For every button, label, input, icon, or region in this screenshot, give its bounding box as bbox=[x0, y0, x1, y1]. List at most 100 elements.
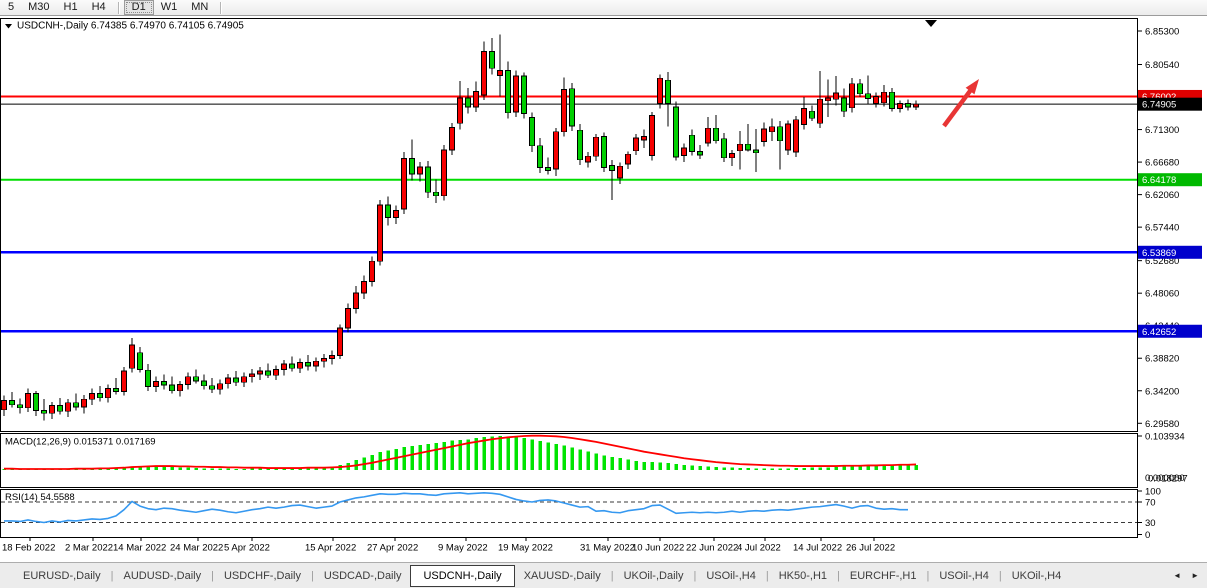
macd-bar bbox=[827, 467, 831, 470]
candle-body bbox=[554, 132, 559, 169]
tab-scroll-right-icon[interactable]: ► bbox=[1191, 571, 1199, 580]
candle-body bbox=[794, 120, 799, 152]
macd-bar bbox=[531, 439, 535, 470]
candle-body bbox=[450, 127, 455, 150]
macd-bar bbox=[667, 463, 671, 470]
macd-bar bbox=[507, 436, 511, 470]
chart-tab-usdcaddaily-3[interactable]: USDCAD-,Daily bbox=[315, 566, 411, 586]
macd-bar bbox=[907, 465, 911, 470]
candle-body bbox=[682, 148, 687, 156]
macd-bar bbox=[811, 468, 815, 470]
price-chart[interactable]: 6.853006.805406.713006.666806.620606.574… bbox=[0, 17, 1207, 562]
chart-title: USDCNH-,Daily 6.74385 6.74970 6.74105 6.… bbox=[17, 21, 244, 32]
chart-tab-xauusddaily-5[interactable]: XAUUSD-,Daily bbox=[515, 566, 610, 586]
candle-body bbox=[898, 104, 903, 109]
candle-body bbox=[330, 356, 335, 359]
candle-body bbox=[426, 167, 431, 192]
candle-body bbox=[778, 127, 783, 141]
main-panel bbox=[1, 19, 1138, 432]
macd-bar bbox=[195, 468, 199, 470]
candle-body bbox=[210, 386, 215, 390]
candle-body bbox=[698, 151, 703, 155]
candle-body bbox=[74, 403, 79, 407]
macd-bar bbox=[499, 436, 503, 470]
timeframe-button-h4[interactable]: H4 bbox=[85, 0, 113, 15]
macd-bar bbox=[235, 469, 239, 470]
candle-body bbox=[626, 154, 631, 164]
macd-bar bbox=[883, 466, 887, 470]
chart-tab-eurchfh1-9[interactable]: EURCHF-,H1 bbox=[841, 566, 926, 586]
candle-body bbox=[858, 84, 863, 94]
timeframe-button-d1[interactable]: D1 bbox=[124, 0, 154, 15]
candle-body bbox=[666, 80, 671, 103]
chart-tab-eurusddaily-0[interactable]: EURUSD-,Daily bbox=[14, 566, 110, 586]
candle-body bbox=[890, 92, 895, 108]
macd-bar bbox=[555, 444, 559, 470]
date-label: 31 May 2022 bbox=[580, 543, 635, 554]
timeframe-button-5[interactable]: 5 bbox=[1, 0, 21, 15]
candle-body bbox=[194, 377, 199, 381]
chart-tab-usdchfdaily-2[interactable]: USDCHF-,Daily bbox=[215, 566, 310, 586]
candle-body bbox=[546, 168, 551, 171]
chart-tab-usoilh4-7[interactable]: USOil-,H4 bbox=[697, 566, 765, 586]
date-label: 5 Apr 2022 bbox=[224, 543, 270, 554]
macd-bar bbox=[739, 468, 743, 470]
candle-body bbox=[58, 406, 63, 412]
candle-body bbox=[282, 364, 287, 370]
chart-tab-usdcnhdaily-4[interactable]: USDCNH-,Daily bbox=[410, 565, 514, 587]
rsi-axis-label: 70 bbox=[1145, 498, 1156, 509]
macd-bar bbox=[579, 449, 583, 470]
rsi-label: RSI(14) 54.5588 bbox=[5, 492, 75, 503]
candle-body bbox=[90, 394, 95, 400]
candle-body bbox=[186, 377, 191, 385]
tab-scroll-left-icon[interactable]: ◄ bbox=[1173, 571, 1181, 580]
price-axis-label: 6.38820 bbox=[1145, 354, 1179, 365]
timeframe-button-w1[interactable]: W1 bbox=[154, 0, 185, 15]
macd-bar bbox=[731, 468, 735, 470]
candle-body bbox=[42, 410, 47, 413]
candle-body bbox=[650, 115, 655, 155]
timeframe-button-h1[interactable]: H1 bbox=[57, 0, 85, 15]
candle-body bbox=[98, 394, 103, 398]
macd-bar bbox=[915, 465, 919, 470]
macd-bar bbox=[515, 437, 519, 470]
candle-body bbox=[402, 158, 407, 209]
price-axis-label: 6.80540 bbox=[1145, 60, 1179, 71]
chart-tab-hk50h1-8[interactable]: HK50-,H1 bbox=[770, 566, 836, 586]
macd-bar bbox=[891, 465, 895, 470]
macd-bar bbox=[795, 468, 799, 470]
macd-bar bbox=[395, 449, 399, 470]
macd-bar bbox=[523, 438, 527, 470]
candle-body bbox=[490, 51, 495, 68]
chart-tab-ukoilh4-11[interactable]: UKOil-,H4 bbox=[1003, 566, 1071, 586]
candle-body bbox=[506, 70, 511, 112]
candle-body bbox=[762, 129, 767, 142]
candle-body bbox=[434, 192, 439, 196]
macd-bar bbox=[603, 455, 607, 470]
price-axis-label: 6.62060 bbox=[1145, 190, 1179, 201]
macd-bar bbox=[443, 442, 447, 470]
candle-body bbox=[386, 205, 391, 218]
candle-body bbox=[418, 167, 423, 174]
timeframe-button-mn[interactable]: MN bbox=[184, 0, 215, 15]
macd-bar bbox=[595, 453, 599, 470]
macd-bar bbox=[547, 443, 551, 470]
timeframe-button-m30[interactable]: M30 bbox=[21, 0, 56, 15]
date-label: 10 Jun 2022 bbox=[632, 543, 684, 554]
candle-body bbox=[674, 107, 679, 157]
macd-bar bbox=[755, 468, 759, 470]
chart-tab-usoilh4-10[interactable]: USOil-,H4 bbox=[930, 566, 998, 586]
candle-body bbox=[882, 92, 887, 103]
candle-body bbox=[610, 165, 615, 170]
macd-axis-max-label: 0.103934 bbox=[1145, 432, 1185, 443]
date-label: 14 Mar 2022 bbox=[113, 543, 166, 554]
candle-body bbox=[842, 98, 847, 111]
macd-bar bbox=[187, 468, 191, 470]
candle-body bbox=[498, 70, 503, 75]
chart-tab-ukoildaily-6[interactable]: UKOil-,Daily bbox=[615, 566, 693, 586]
macd-bar bbox=[619, 458, 623, 470]
date-label: 26 Jul 2022 bbox=[846, 543, 895, 554]
candle-body bbox=[146, 370, 151, 386]
candle-body bbox=[202, 381, 207, 386]
chart-tab-audusddaily-1[interactable]: AUDUSD-,Daily bbox=[114, 566, 210, 586]
